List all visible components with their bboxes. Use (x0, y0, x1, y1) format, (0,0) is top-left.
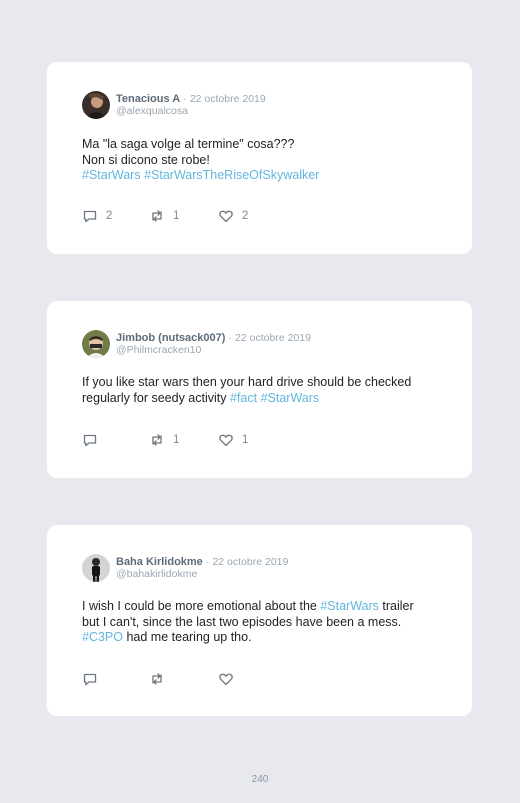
tweet-line: regularly for seedy activity #fact #Star… (82, 391, 442, 407)
retweet-count: 1 (173, 210, 180, 222)
tweet-text: Ma "la saga volge al termine" cosa??? Non… (82, 137, 442, 184)
tweet-card: Jimbob (nutsack007) · 22 octobre 2019 @P… (47, 301, 472, 478)
tweet-text-segment: If you like star wars then your hard dri… (82, 375, 412, 389)
hashtag-link[interactable]: #fact (230, 391, 257, 405)
like-button[interactable]: 1 (218, 432, 248, 448)
retweet-button[interactable]: 1 (149, 208, 179, 224)
reply-button[interactable]: 2 (82, 208, 112, 224)
tweet-line: Ma "la saga volge al termine" cosa??? (82, 137, 442, 153)
author-handle[interactable]: @bahakirlidokme (116, 568, 288, 580)
tweet-line: If you like star wars then your hard dri… (82, 375, 442, 391)
tweet-header: Baha Kirlidokme · 22 octobre 2019 @bahak… (82, 553, 288, 583)
avatar[interactable] (82, 330, 110, 358)
profile-photo-icon (82, 91, 110, 119)
tweet-date[interactable]: 22 octobre 2019 (235, 332, 311, 344)
tweet-card: Baha Kirlidokme · 22 octobre 2019 @bahak… (47, 525, 472, 716)
reply-icon (83, 210, 97, 223)
tweet-text-segment: Non si dicono ste robe! (82, 152, 210, 167)
author-name[interactable]: Jimbob (nutsack007) (116, 332, 225, 344)
tweet-text-segment: had me tearing up tho. (123, 630, 252, 644)
tweet-line: #StarWars #StarWarsTheRiseOfSkywalker (82, 168, 442, 184)
hashtag-link[interactable]: #StarWarsTheRiseOfSkywalker (144, 168, 319, 182)
tweet-text-segment: I wish I could be more emotional about t… (82, 599, 321, 613)
avatar[interactable] (82, 91, 110, 119)
reply-icon (83, 434, 97, 447)
retweet-button[interactable] (149, 671, 173, 687)
tweet-text-segment: regularly for seedy activity (82, 390, 230, 405)
hashtag-link[interactable]: #StarWars (261, 391, 320, 405)
tweet-text: I wish I could be more emotional about t… (82, 599, 442, 646)
retweet-icon (152, 210, 162, 222)
tweet-text-segment: Ma "la saga volge al termine" cosa??? (82, 137, 295, 151)
like-count: 2 (242, 210, 249, 222)
tweet-line: but I can't, since the last two episodes… (82, 615, 442, 631)
hashtag-link[interactable]: #StarWars (320, 599, 379, 613)
reply-button[interactable] (82, 671, 106, 687)
like-button[interactable]: 2 (218, 208, 248, 224)
page-number: 240 (251, 774, 269, 785)
reply-icon (83, 673, 97, 686)
tweet-text-segment: trailer (378, 599, 414, 613)
author-name[interactable]: Tenacious A (116, 93, 180, 105)
hashtag-link[interactable]: #StarWars (82, 168, 141, 182)
tweet-text-segment: but I can't, since the last two episodes… (82, 614, 402, 629)
profile-photo-icon (82, 554, 110, 582)
tweet-line: Non si dicono ste robe! (82, 153, 442, 169)
retweet-button[interactable]: 1 (149, 432, 179, 448)
like-count: 1 (242, 434, 249, 446)
heart-icon (219, 434, 233, 447)
reply-count: 2 (106, 210, 113, 222)
reply-button[interactable] (82, 432, 106, 448)
page: Tenacious A · 22 octobre 2019 @alexqualc… (0, 0, 520, 803)
tweet-date[interactable]: 22 octobre 2019 (190, 93, 266, 105)
hashtag-link[interactable]: #C3PO (82, 630, 123, 644)
author-name[interactable]: Baha Kirlidokme (116, 556, 203, 568)
tweet-text: If you like star wars then your hard dri… (82, 375, 442, 406)
retweet-icon (152, 673, 162, 685)
tweet-date[interactable]: 22 octobre 2019 (212, 556, 288, 568)
heart-icon (219, 673, 233, 686)
tweet-header: Jimbob (nutsack007) · 22 octobre 2019 @P… (82, 329, 311, 359)
tweet-line: #C3PO had me tearing up tho. (82, 630, 442, 646)
separator: · (205, 556, 210, 568)
retweet-icon (152, 434, 162, 446)
author-handle[interactable]: @Philmcracken10 (116, 344, 311, 356)
like-button[interactable] (218, 671, 242, 687)
tweet-card: Tenacious A · 22 octobre 2019 @alexqualc… (47, 62, 472, 254)
avatar[interactable] (82, 554, 110, 582)
author-handle[interactable]: @alexqualcosa (116, 105, 266, 117)
profile-photo-icon (82, 330, 110, 358)
separator: · (228, 332, 232, 344)
tweet-header: Tenacious A · 22 octobre 2019 @alexqualc… (82, 90, 266, 120)
separator: · (183, 93, 187, 105)
tweet-line: I wish I could be more emotional about t… (82, 599, 442, 615)
heart-icon (219, 210, 233, 223)
retweet-count: 1 (173, 434, 180, 446)
